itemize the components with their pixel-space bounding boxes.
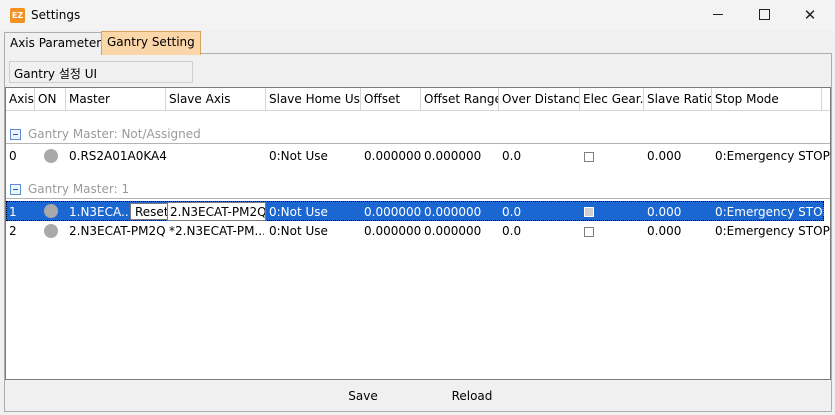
minimize-button[interactable] [695,0,741,30]
cell-offset[interactable]: 0.000000 [364,221,421,241]
column-header-offset[interactable]: Offset [361,88,421,110]
group-header[interactable]: Gantry Master: 1 [6,180,830,200]
maximize-button[interactable] [741,0,787,30]
tab-gantry-setting[interactable]: Gantry Setting [101,31,201,55]
table-row[interactable]: 2 2.N3ECAT-PM2Q *2.N3ECAT-PM... 0:Not Us… [6,221,830,241]
column-header-elec-gear[interactable]: Elec Gear... [580,88,644,110]
cell-over-distance[interactable]: 0.0 [502,146,521,166]
cell-over-distance[interactable]: 0.0 [502,202,521,222]
cell-master[interactable]: 1.N3ECA... [69,202,129,222]
group-header[interactable]: Gantry Master: Not/Assigned [6,125,830,145]
reload-button[interactable]: Reload [445,386,499,406]
status-dot-icon[interactable] [44,224,58,238]
cell-offset[interactable]: 0.000000 [364,146,421,166]
cell-slave-home-use[interactable]: 0:Not Use [269,221,328,241]
group-divider [6,143,830,144]
column-header-stop-mode[interactable]: Stop Mode [712,88,822,110]
column-header-slave-ratio[interactable]: Slave Ratio [644,88,712,110]
slave-axis-editor[interactable]: 2.N3ECAT-PM2Q [167,202,266,221]
caption-text: Gantry 설정 UI [14,67,98,81]
table-row[interactable]: 0 0.RS2A01A0KA4 0:Not Use 0.000000 0.000… [6,146,830,166]
collapse-icon[interactable] [10,129,21,140]
cell-offset-range[interactable]: 0.000000 [424,221,481,241]
column-header-axis[interactable]: Axis [6,88,35,110]
group-divider [6,198,830,199]
cell-offset-range[interactable]: 0.000000 [424,146,481,166]
cell-slave-axis[interactable]: *2.N3ECAT-PM... [169,221,264,241]
cell-master[interactable]: 0.RS2A01A0KA4 [69,146,167,166]
group-label: Gantry Master: 1 [28,182,130,196]
column-header-master[interactable]: Master [66,88,166,110]
minimize-icon [713,14,723,15]
table-row-selected[interactable]: 1 1.N3ECA... Reset 2.N3ECAT-PM2Q 0:Not U… [6,201,830,222]
save-button[interactable]: Save [340,386,386,406]
cell-stop-mode[interactable]: 0:Emergency STOP [715,202,830,222]
maximize-icon [758,9,770,20]
window-title: Settings [31,8,81,22]
cell-stop-mode[interactable]: 0:Emergency STOP [715,146,830,166]
elec-gear-checkbox[interactable] [584,227,594,237]
title-bar[interactable]: EZ Settings ✕ [0,0,835,30]
cell-stop-mode[interactable]: 0:Emergency STOP [715,221,830,241]
cell-axis: 1 [9,205,17,219]
cell-slave-ratio[interactable]: 0.000 [647,202,681,222]
group-label: Gantry Master: Not/Assigned [28,127,201,141]
cell-offset-range[interactable]: 0.000000 [424,202,481,222]
column-header-offset-range[interactable]: Offset Range [421,88,499,110]
grid-header: Axis ON Master Slave Axis Slave Home Use… [6,88,830,111]
status-dot-icon[interactable] [44,149,58,163]
close-icon: ✕ [803,6,817,24]
status-dot-icon[interactable] [44,204,58,218]
cell-slave-home-use[interactable]: 0:Not Use [269,202,328,222]
elec-gear-checkbox[interactable] [584,207,594,217]
settings-window: EZ Settings ✕ Axis Parameters Gantry Set… [0,0,835,415]
collapse-icon[interactable] [10,184,21,195]
cell-slave-ratio[interactable]: 0.000 [647,221,681,241]
cell-over-distance[interactable]: 0.0 [502,221,521,241]
cell-master[interactable]: 2.N3ECAT-PM2Q [69,221,166,241]
gantry-grid[interactable]: Axis ON Master Slave Axis Slave Home Use… [5,87,831,380]
caption-box: Gantry 설정 UI [9,61,193,83]
cell-offset[interactable]: 0.000000 [364,202,421,222]
cell-axis: 2 [9,224,17,238]
cell-slave-ratio[interactable]: 0.000 [647,146,681,166]
column-header-on[interactable]: ON [35,88,66,110]
cell-axis: 0 [9,149,17,163]
tab-axis-parameters[interactable]: Axis Parameters [4,32,114,54]
column-header-slave-home-use[interactable]: Slave Home Use [266,88,361,110]
cell-slave-home-use[interactable]: 0:Not Use [269,146,328,166]
close-button[interactable]: ✕ [787,0,833,30]
elec-gear-checkbox[interactable] [584,152,594,162]
app-logo-icon: EZ [10,8,25,23]
column-header-slave-axis[interactable]: Slave Axis [166,88,266,110]
column-header-over-distance[interactable]: Over Distance [499,88,580,110]
